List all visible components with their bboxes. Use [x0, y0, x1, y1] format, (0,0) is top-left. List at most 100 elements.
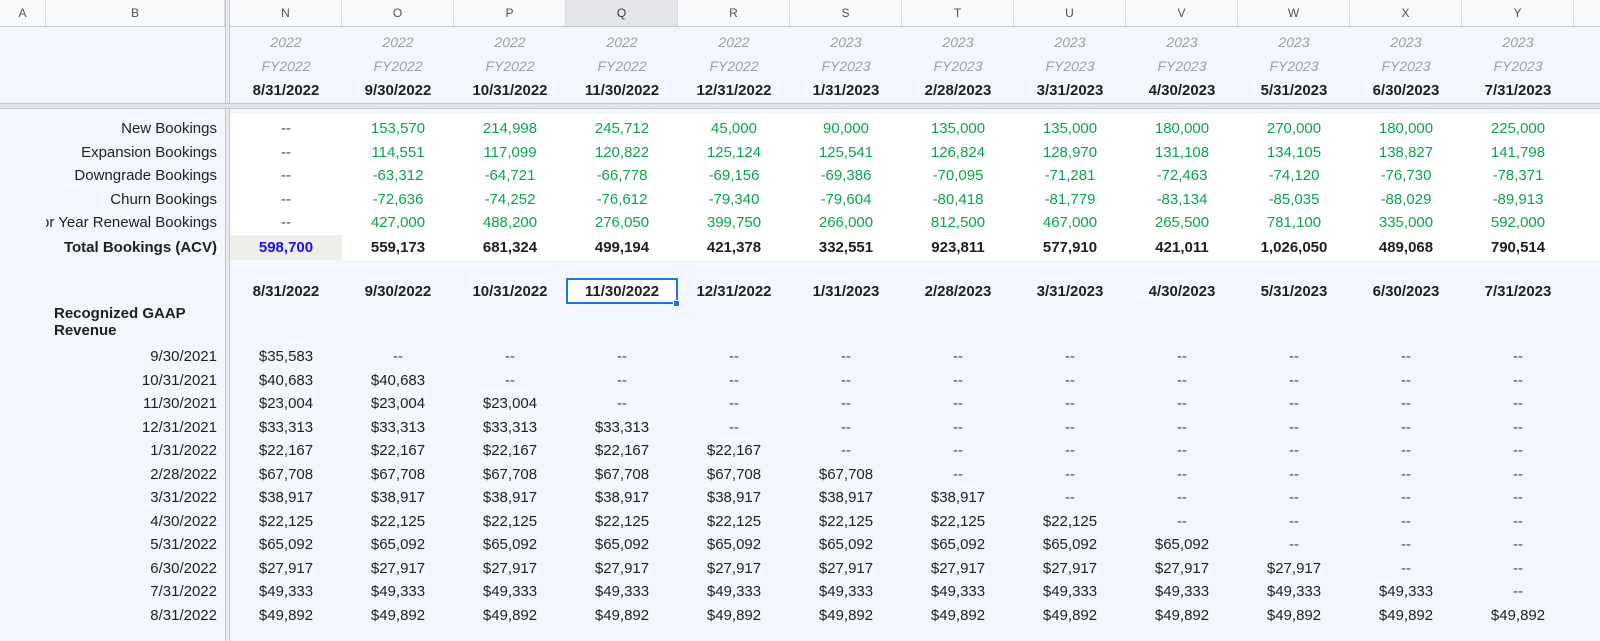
revenue-value[interactable]: -- [902, 392, 1014, 416]
bookings-value[interactable]: -79,340 [678, 188, 790, 212]
revenue-period-date-t[interactable]: 2/28/2023 [902, 279, 1014, 303]
column-header-v[interactable]: V [1126, 0, 1238, 26]
revenue-value[interactable]: $27,917 [566, 557, 678, 581]
total-bookings-value[interactable]: 1,026,050 [1238, 236, 1350, 259]
revenue-value[interactable]: $23,004 [230, 392, 342, 416]
revenue-value[interactable]: $33,313 [566, 416, 678, 440]
header-period-date-n[interactable]: 8/31/2022 [230, 78, 342, 102]
column-header-w[interactable]: W [1238, 0, 1350, 26]
revenue-value[interactable]: -- [1126, 416, 1238, 440]
revenue-value[interactable]: $40,683 [342, 369, 454, 393]
revenue-value[interactable]: $65,092 [790, 533, 902, 557]
total-bookings-value[interactable]: 681,324 [454, 236, 566, 259]
revenue-value[interactable]: $49,892 [454, 604, 566, 628]
revenue-value[interactable]: -- [1462, 510, 1574, 534]
revenue-value[interactable]: $22,167 [230, 439, 342, 463]
bookings-value[interactable]: 270,000 [1238, 117, 1350, 141]
revenue-value[interactable]: -- [1014, 416, 1126, 440]
revenue-value[interactable]: -- [1238, 486, 1350, 510]
bookings-value[interactable]: 180,000 [1126, 117, 1238, 141]
revenue-value[interactable]: -- [1462, 392, 1574, 416]
bookings-value[interactable]: -- [230, 117, 342, 141]
header-period-date-w[interactable]: 5/31/2023 [1238, 78, 1350, 102]
revenue-value[interactable]: $38,917 [902, 486, 1014, 510]
revenue-value[interactable]: $22,167 [454, 439, 566, 463]
revenue-value[interactable]: $49,333 [454, 580, 566, 604]
revenue-value[interactable]: -- [1350, 392, 1462, 416]
bookings-value[interactable]: 141,798 [1462, 141, 1574, 165]
revenue-value[interactable]: $38,917 [230, 486, 342, 510]
column-header-u[interactable]: U [1014, 0, 1126, 26]
revenue-value[interactable]: -- [790, 392, 902, 416]
revenue-value[interactable]: $23,004 [454, 392, 566, 416]
revenue-period-date-s[interactable]: 1/31/2023 [790, 279, 902, 303]
revenue-value[interactable]: $35,583 [230, 345, 342, 369]
revenue-period-date-x[interactable]: 6/30/2023 [1350, 279, 1462, 303]
revenue-value[interactable]: -- [342, 345, 454, 369]
revenue-value[interactable]: -- [1462, 486, 1574, 510]
bookings-value[interactable]: 592,000 [1462, 211, 1574, 235]
revenue-value[interactable]: -- [1014, 345, 1126, 369]
revenue-value[interactable]: -- [454, 369, 566, 393]
column-header-a[interactable]: A [0, 0, 46, 26]
revenue-value[interactable]: -- [1462, 439, 1574, 463]
bookings-value[interactable]: -74,120 [1238, 164, 1350, 188]
bookings-value[interactable]: 153,570 [342, 117, 454, 141]
revenue-value[interactable]: -- [1350, 510, 1462, 534]
bookings-value[interactable]: 225,000 [1462, 117, 1574, 141]
bookings-value[interactable]: -- [230, 188, 342, 212]
revenue-value[interactable]: $38,917 [678, 486, 790, 510]
total-bookings-value[interactable]: 598,700 [230, 236, 342, 259]
bookings-value[interactable]: 45,000 [678, 117, 790, 141]
revenue-value[interactable]: -- [566, 369, 678, 393]
revenue-value[interactable]: $22,167 [678, 439, 790, 463]
bookings-value[interactable]: 138,827 [1350, 141, 1462, 165]
revenue-value[interactable]: $49,892 [1126, 604, 1238, 628]
revenue-value[interactable]: $49,333 [342, 580, 454, 604]
revenue-value[interactable]: -- [1014, 463, 1126, 487]
bookings-value[interactable]: -76,612 [566, 188, 678, 212]
header-period-date-u[interactable]: 3/31/2023 [1014, 78, 1126, 102]
revenue-value[interactable]: -- [1126, 439, 1238, 463]
bookings-value[interactable]: 266,000 [790, 211, 902, 235]
header-period-date-q[interactable]: 11/30/2022 [566, 78, 678, 102]
revenue-value[interactable]: -- [1350, 557, 1462, 581]
bookings-value[interactable]: 114,551 [342, 141, 454, 165]
revenue-value[interactable]: -- [1462, 345, 1574, 369]
bookings-value[interactable]: 134,105 [1238, 141, 1350, 165]
revenue-value[interactable]: $27,917 [678, 557, 790, 581]
revenue-value[interactable]: $40,683 [230, 369, 342, 393]
revenue-value[interactable]: $22,125 [566, 510, 678, 534]
revenue-value[interactable]: $22,125 [790, 510, 902, 534]
revenue-value[interactable]: $27,917 [454, 557, 566, 581]
revenue-period-date-o[interactable]: 9/30/2022 [342, 279, 454, 303]
header-period-date-t[interactable]: 2/28/2023 [902, 78, 1014, 102]
revenue-value[interactable]: -- [1238, 416, 1350, 440]
revenue-value[interactable]: $27,917 [1014, 557, 1126, 581]
revenue-value[interactable]: $67,708 [454, 463, 566, 487]
bookings-value[interactable]: 812,500 [902, 211, 1014, 235]
revenue-value[interactable]: $27,917 [1238, 557, 1350, 581]
revenue-value[interactable]: -- [1350, 486, 1462, 510]
revenue-value[interactable]: -- [902, 369, 1014, 393]
bookings-value[interactable]: 488,200 [454, 211, 566, 235]
revenue-value[interactable]: $49,892 [1238, 604, 1350, 628]
revenue-value[interactable]: $38,917 [790, 486, 902, 510]
revenue-value[interactable]: -- [1350, 369, 1462, 393]
header-period-date-v[interactable]: 4/30/2023 [1126, 78, 1238, 102]
revenue-value[interactable]: $33,313 [342, 416, 454, 440]
revenue-value[interactable]: -- [1126, 486, 1238, 510]
revenue-value[interactable]: $49,892 [342, 604, 454, 628]
revenue-value[interactable]: $38,917 [566, 486, 678, 510]
revenue-value[interactable]: -- [902, 439, 1014, 463]
revenue-value[interactable]: $33,313 [230, 416, 342, 440]
revenue-value[interactable]: -- [1238, 345, 1350, 369]
revenue-value[interactable]: $67,708 [230, 463, 342, 487]
revenue-value[interactable]: -- [1014, 439, 1126, 463]
revenue-value[interactable]: $27,917 [342, 557, 454, 581]
revenue-value[interactable]: $65,092 [1126, 533, 1238, 557]
bookings-value[interactable]: -78,371 [1462, 164, 1574, 188]
bookings-value[interactable]: 135,000 [902, 117, 1014, 141]
header-period-date-o[interactable]: 9/30/2022 [342, 78, 454, 102]
revenue-value[interactable]: -- [1238, 533, 1350, 557]
